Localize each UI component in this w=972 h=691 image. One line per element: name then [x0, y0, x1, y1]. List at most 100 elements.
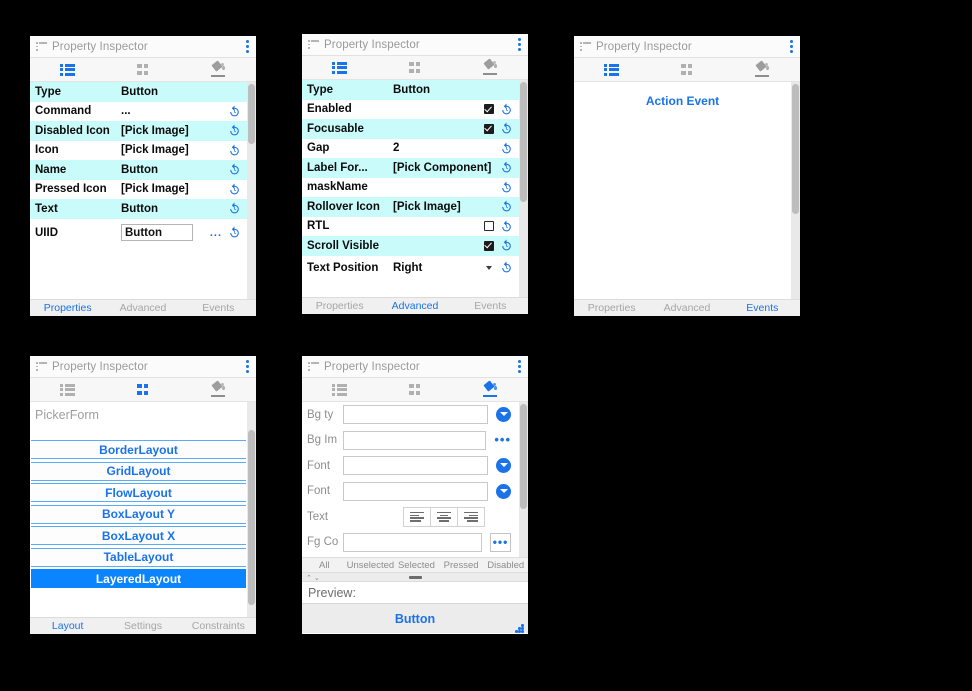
resize-grip-icon[interactable] [515, 624, 525, 633]
tab-advanced[interactable]: Advanced [377, 298, 452, 314]
revert-icon[interactable] [500, 122, 513, 135]
table-row[interactable]: Icon [Pick Image] [30, 141, 247, 161]
overflow-menu-icon[interactable] [245, 360, 249, 374]
tab-advanced[interactable]: Advanced [105, 300, 180, 316]
tab-events[interactable]: Events [453, 298, 528, 314]
table-row[interactable]: Type Button [302, 80, 519, 100]
tab-list-view[interactable] [574, 58, 649, 81]
state-tab-unselected[interactable]: Unselected [347, 558, 395, 572]
tab-properties[interactable]: Properties [302, 298, 377, 314]
revert-icon[interactable] [500, 161, 513, 174]
split-divider-handle[interactable]: ⌃⌄ [302, 573, 528, 582]
layout-button-tablelayout[interactable]: TableLayout [31, 547, 246, 567]
checkbox-focusable[interactable] [484, 123, 494, 134]
font-size-dropdown-button[interactable] [496, 458, 511, 474]
revert-icon[interactable] [228, 226, 241, 239]
tab-grid-view[interactable] [105, 378, 180, 401]
layout-button-borderlayout[interactable]: BorderLayout [31, 440, 246, 459]
tab-style-view[interactable] [453, 56, 528, 79]
revert-icon[interactable] [228, 144, 241, 157]
table-row[interactable]: Gap 2 [302, 139, 519, 159]
state-tab-selected[interactable]: Selected [394, 558, 439, 572]
state-tab-pressed[interactable]: Pressed [439, 558, 484, 572]
tab-grid-view[interactable] [377, 378, 452, 401]
vertical-scrollbar[interactable] [247, 82, 256, 299]
table-row[interactable]: Scroll Visible [302, 236, 519, 256]
revert-icon[interactable] [500, 200, 513, 213]
table-row[interactable]: Pressed Icon [Pick Image] [30, 180, 247, 200]
tab-grid-view[interactable] [377, 56, 452, 79]
table-row[interactable]: Command ... [30, 102, 247, 122]
fg-color-picker-button[interactable]: ••• [490, 532, 511, 552]
overflow-menu-icon[interactable] [789, 40, 793, 54]
chevron-down-icon[interactable] [486, 265, 492, 270]
layout-button-boxlayout-x[interactable]: BoxLayout X [31, 526, 246, 545]
checkbox-scroll-visible[interactable] [484, 240, 494, 251]
font-size-field[interactable] [343, 456, 488, 476]
table-row[interactable]: Name Button [30, 160, 247, 180]
revert-icon[interactable] [228, 202, 241, 215]
overflow-menu-icon[interactable] [517, 360, 521, 374]
revert-icon[interactable] [228, 163, 241, 176]
align-right-button[interactable] [457, 506, 485, 527]
tab-advanced[interactable]: Advanced [649, 300, 724, 316]
uiid-input[interactable]: Button [121, 224, 193, 241]
tab-settings[interactable]: Settings [105, 618, 180, 634]
fg-color-field[interactable] [343, 532, 482, 552]
state-tab-disabled[interactable]: Disabled [483, 558, 528, 572]
align-center-button[interactable] [430, 506, 458, 527]
tab-events[interactable]: Events [181, 300, 256, 316]
revert-icon[interactable] [500, 142, 513, 155]
scrollbar-thumb[interactable] [248, 430, 255, 605]
event-action-link[interactable]: Action Event [574, 82, 791, 108]
table-row[interactable]: maskName [302, 178, 519, 198]
tab-style-view[interactable] [181, 378, 256, 401]
table-row[interactable]: Rollover Icon [Pick Image] [302, 197, 519, 217]
vertical-scrollbar[interactable] [791, 82, 800, 299]
vertical-scrollbar[interactable] [519, 402, 528, 557]
layout-button-flowlayout[interactable]: FlowLayout [31, 483, 246, 502]
revert-icon[interactable] [228, 183, 241, 196]
revert-icon[interactable] [500, 261, 513, 274]
scrollbar-thumb[interactable] [520, 404, 527, 509]
drag-grip-icon[interactable] [408, 575, 422, 579]
table-row[interactable]: Disabled Icon [Pick Image] [30, 121, 247, 141]
revert-icon[interactable] [228, 124, 241, 137]
layout-button-boxlayout-y[interactable]: BoxLayout Y [31, 504, 246, 524]
preview-button[interactable]: Button [395, 612, 435, 626]
revert-icon[interactable] [500, 220, 513, 233]
table-row[interactable]: Focusable [302, 119, 519, 139]
table-row[interactable]: Type Button [30, 82, 247, 102]
revert-icon[interactable] [228, 105, 241, 118]
tab-constraints[interactable]: Constraints [181, 618, 256, 634]
tab-style-view[interactable] [453, 378, 528, 401]
scrollbar-thumb[interactable] [792, 84, 799, 214]
tab-grid-view[interactable] [105, 58, 180, 81]
tab-grid-view[interactable] [649, 58, 724, 81]
bg-image-more-button[interactable]: ••• [494, 433, 511, 446]
overflow-menu-icon[interactable] [517, 38, 521, 52]
revert-icon[interactable] [500, 181, 513, 194]
table-row[interactable]: Enabled [302, 100, 519, 120]
state-tab-all[interactable]: All [302, 558, 347, 572]
bg-type-dropdown-button[interactable] [496, 407, 511, 423]
tab-events[interactable]: Events [725, 300, 800, 316]
vertical-scrollbar[interactable] [247, 402, 256, 617]
revert-icon[interactable] [500, 239, 513, 252]
table-row[interactable]: UIID Button ... [30, 219, 247, 247]
bg-image-field[interactable] [343, 430, 487, 450]
tab-list-view[interactable] [30, 58, 105, 81]
scrollbar-thumb[interactable] [520, 82, 527, 202]
collapse-chevrons-icon[interactable]: ⌃⌄ [306, 574, 322, 582]
overflow-menu-icon[interactable] [245, 40, 249, 54]
tab-properties[interactable]: Properties [30, 300, 105, 316]
font-face-field[interactable] [343, 481, 488, 501]
tab-properties[interactable]: Properties [574, 300, 649, 316]
table-row[interactable]: Label For... [Pick Component] [302, 158, 519, 178]
tab-style-view[interactable] [181, 58, 256, 81]
tab-list-view[interactable] [302, 56, 377, 79]
revert-icon[interactable] [500, 103, 513, 116]
vertical-scrollbar[interactable] [519, 80, 528, 297]
font-face-dropdown-button[interactable] [496, 483, 511, 499]
align-left-button[interactable] [403, 506, 431, 527]
